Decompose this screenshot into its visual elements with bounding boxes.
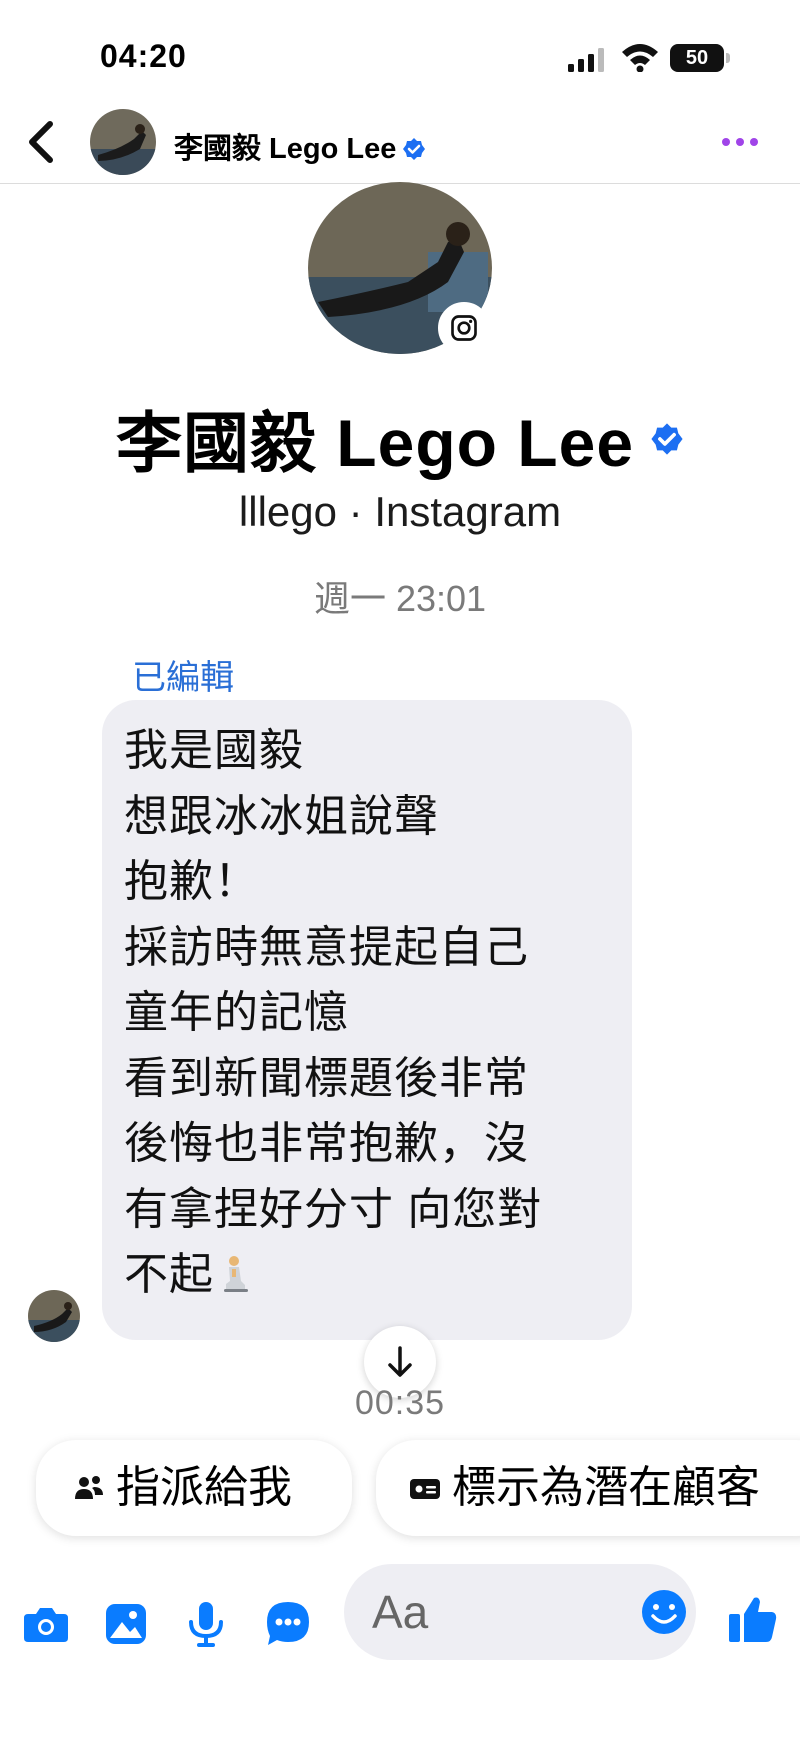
more-options-button[interactable] bbox=[712, 124, 768, 160]
profile-name-text: 李國毅 Lego Lee bbox=[115, 406, 635, 480]
status-bar: 04:20 50 bbox=[0, 0, 800, 100]
message-line: 抱歉！ bbox=[124, 857, 259, 906]
back-button[interactable] bbox=[18, 114, 68, 170]
edited-label[interactable]: 已編輯 bbox=[132, 650, 234, 699]
people-icon bbox=[75, 1476, 103, 1499]
gallery-icon[interactable] bbox=[100, 1598, 152, 1650]
message-line: 後悔也非常抱歉，沒 bbox=[124, 1119, 529, 1168]
message-line: 想跟冰冰姐說聲 bbox=[124, 791, 439, 841]
status-time: 04:20 bbox=[100, 38, 187, 74]
message-timestamp: 週一 23:01 bbox=[313, 578, 487, 619]
wifi-icon bbox=[622, 44, 658, 72]
instagram-icon bbox=[438, 302, 490, 354]
profile-name: 李國毅 Lego Lee bbox=[0, 390, 800, 486]
verified-badge-icon bbox=[651, 423, 683, 455]
profile-subtitle: lllego · Instagram bbox=[238, 488, 562, 535]
saved-replies-icon[interactable] bbox=[262, 1598, 314, 1650]
message-composer bbox=[0, 1560, 800, 1690]
message-line-last: 不起 bbox=[124, 1242, 610, 1308]
header-contact-name-text: 李國毅 Lego Lee bbox=[174, 133, 397, 165]
chat-header: 李國毅 Lego Lee bbox=[0, 100, 800, 184]
microphone-icon[interactable] bbox=[180, 1598, 232, 1650]
mark-as-lead-label: 標示為潛在顧客 bbox=[452, 1463, 760, 1512]
assign-to-me-chip[interactable]: 指派給我 bbox=[36, 1440, 352, 1536]
header-avatar[interactable] bbox=[90, 109, 156, 175]
message-line-text: 不起 bbox=[124, 1250, 214, 1299]
id-card-icon bbox=[410, 1479, 440, 1499]
sender-avatar[interactable] bbox=[28, 1290, 80, 1342]
message-line: 採訪時無意提起自己 bbox=[124, 922, 529, 972]
message-line: 看到新聞標題後非常 bbox=[124, 1053, 529, 1103]
header-contact-name[interactable]: 李國毅 Lego Lee bbox=[174, 125, 426, 167]
message-line: 我是國毅 bbox=[124, 726, 304, 775]
thumbs-up-icon[interactable] bbox=[726, 1592, 780, 1646]
message-bubble[interactable]: 我是國毅 想跟冰冰姐說聲 抱歉！ 採訪時無意提起自己 童年的記憶 看到新聞標題後… bbox=[102, 700, 632, 1340]
emoji-icon[interactable] bbox=[640, 1588, 688, 1636]
camera-icon[interactable] bbox=[20, 1598, 72, 1650]
media-time: 00:35 bbox=[354, 1384, 446, 1422]
message-line: 有拿捏好分寸 向您對 bbox=[124, 1184, 543, 1234]
verified-badge-icon bbox=[403, 138, 426, 160]
message-line: 童年的記憶 bbox=[124, 988, 349, 1037]
assign-to-me-label: 指派給我 bbox=[116, 1463, 292, 1512]
cellular-signal-icon bbox=[568, 48, 604, 72]
battery-indicator: 50 bbox=[670, 44, 730, 72]
mark-as-lead-chip[interactable]: 標示為潛在顧客 bbox=[376, 1440, 800, 1536]
person-kneeling-icon bbox=[224, 1256, 248, 1292]
